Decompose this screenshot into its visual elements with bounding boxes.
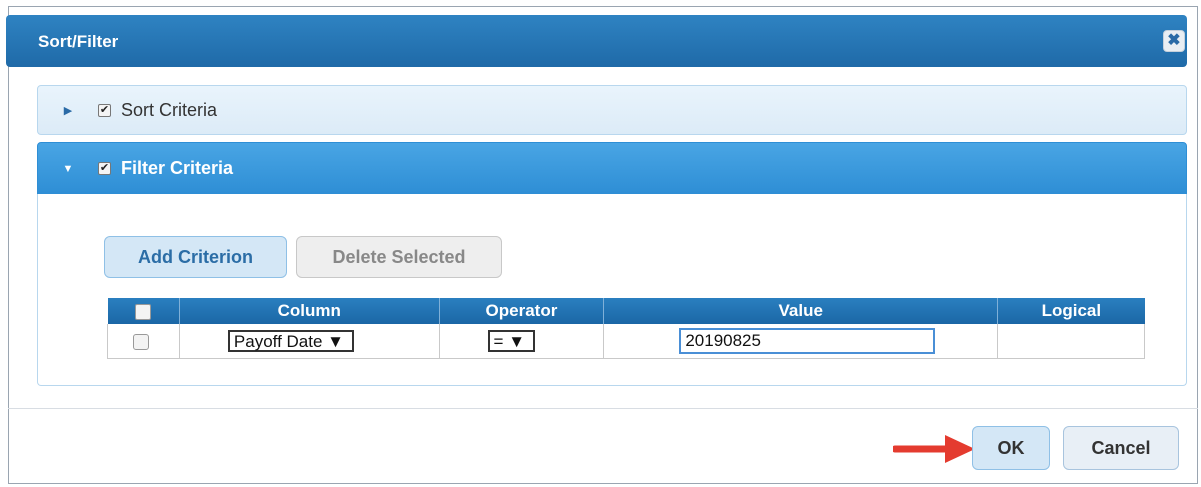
operator-cell: = ▼ [438,324,605,359]
ok-button[interactable]: OK [972,426,1050,470]
operator-select-value: = [493,332,504,351]
dialog-title: Sort/Filter [38,32,119,51]
close-icon[interactable]: ✖ [1163,30,1185,52]
column-select[interactable]: Payoff Date ▼ [227,330,355,352]
filter-criteria-header[interactable]: ▼ ✔ Filter Criteria [37,142,1187,195]
select-all-header[interactable] [107,298,180,324]
add-criterion-button[interactable]: Add Criterion [104,236,287,278]
logical-header: Logical [997,298,1145,324]
cancel-button[interactable]: Cancel [1063,426,1179,470]
column-select-value: Payoff Date [233,332,323,351]
sort-criteria-header[interactable]: ▶ ✔ Sort Criteria [37,85,1187,135]
table-row: Payoff Date ▼ = ▼ 20190825 [107,324,1145,359]
sort-criteria-label: Sort Criteria [121,99,218,120]
value-input[interactable]: 20190825 [679,328,936,354]
logical-cell[interactable] [997,324,1145,359]
filter-criteria-label: Filter Criteria [121,158,234,178]
criteria-table: Column Operator Value Logical Payoff Dat… [107,298,1145,359]
operator-header: Operator [438,298,604,324]
row-select-cell [107,324,180,359]
sort-criteria-checkbox[interactable]: ✔ [98,103,111,117]
footer-divider [8,408,1198,409]
row-checkbox[interactable] [133,333,149,350]
filter-criteria-checkbox[interactable]: ✔ [98,162,111,175]
dialog-titlebar: Sort/Filter ✖ [6,15,1187,67]
annotation-arrow-icon [893,435,975,463]
table-header-row: Column Operator Value Logical [107,298,1145,324]
select-all-checkbox[interactable] [135,303,152,320]
operator-select[interactable]: = ▼ [487,330,536,352]
collapse-arrow-icon[interactable]: ▼ [38,163,98,175]
column-cell: Payoff Date ▼ [178,324,440,359]
expand-arrow-icon[interactable]: ▶ [38,104,98,117]
column-header: Column [178,298,440,324]
value-cell: 20190825 [603,324,999,359]
value-header: Value [603,298,998,324]
delete-selected-button[interactable]: Delete Selected [296,236,502,278]
